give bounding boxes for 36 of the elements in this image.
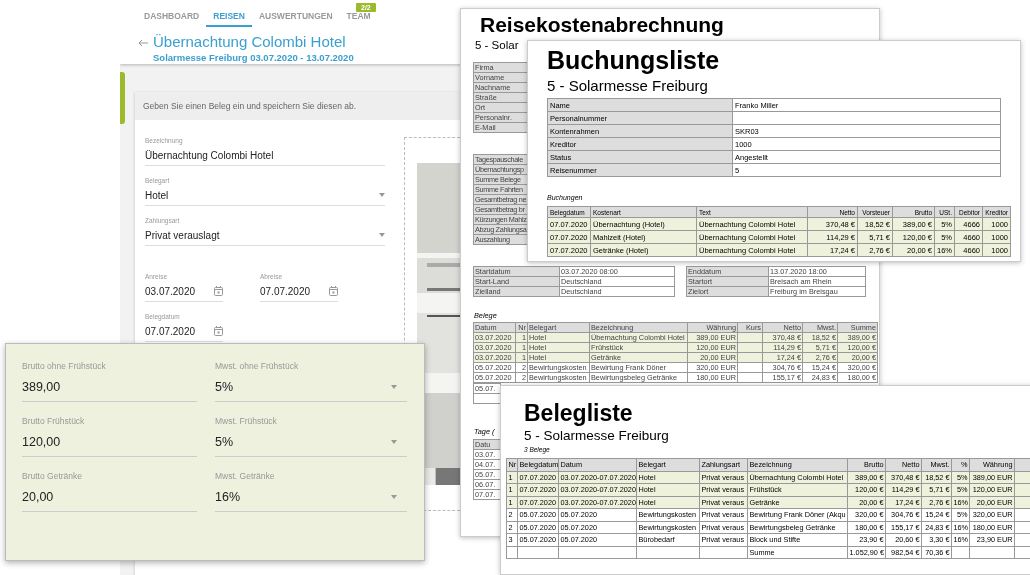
field-label: Mwst. ohne Frühstück (215, 361, 300, 371)
select-field[interactable]: Privat verauslagt (145, 229, 385, 246)
calendar-icon (329, 286, 338, 296)
date-field[interactable]: 03.07.2020 (145, 285, 223, 302)
text-field[interactable]: 120,00 (22, 434, 197, 457)
select-field[interactable]: 5% (215, 379, 407, 402)
select-field[interactable]: Hotel (145, 189, 385, 206)
document-subtitle: 5 - Solar (475, 39, 519, 51)
caret-icon (391, 440, 397, 444)
document-title: Reisekostenabrechnung (480, 13, 724, 37)
caret-icon (379, 193, 385, 197)
text-field[interactable]: 389,00 (22, 379, 197, 402)
date-field[interactable]: 07.07.2020 (260, 285, 338, 302)
back-arrow-icon[interactable] (138, 39, 148, 47)
document-subtitle: 5 - Solarmesse Freiburg (547, 77, 708, 94)
field-label: Mwst. Frühstück (215, 416, 278, 426)
field-label: Brutto Frühstück (22, 416, 86, 426)
field-label: Mwst. Getränke (215, 471, 276, 481)
caret-icon (379, 233, 385, 237)
caret-icon (391, 385, 397, 389)
select-field[interactable]: 5% (215, 434, 407, 457)
text-field[interactable]: Übernachtung Colombi Hotel (145, 149, 385, 166)
text-field[interactable]: 20,00 (22, 489, 197, 512)
side-handle[interactable] (120, 72, 125, 124)
document-title: Belegliste (524, 400, 633, 427)
select-field[interactable]: 16% (215, 489, 407, 512)
page-title: Übernachtung Colombi Hotel (153, 33, 347, 50)
calendar-icon (214, 286, 223, 296)
document-title: Buchungsliste (547, 46, 720, 75)
page-subtitle: Solarmesse Freiburg 03.07.2020 - 13.07.2020 (153, 52, 354, 63)
calendar-icon (214, 326, 223, 336)
caret-icon (391, 495, 397, 499)
field-label: Brutto ohne Frühstück (22, 361, 107, 371)
field-label: Brutto Getränke (22, 471, 83, 481)
document-subtitle: 5 - Solarmesse Freiburg (524, 428, 669, 443)
date-field[interactable]: 07.07.2020 (145, 325, 223, 342)
